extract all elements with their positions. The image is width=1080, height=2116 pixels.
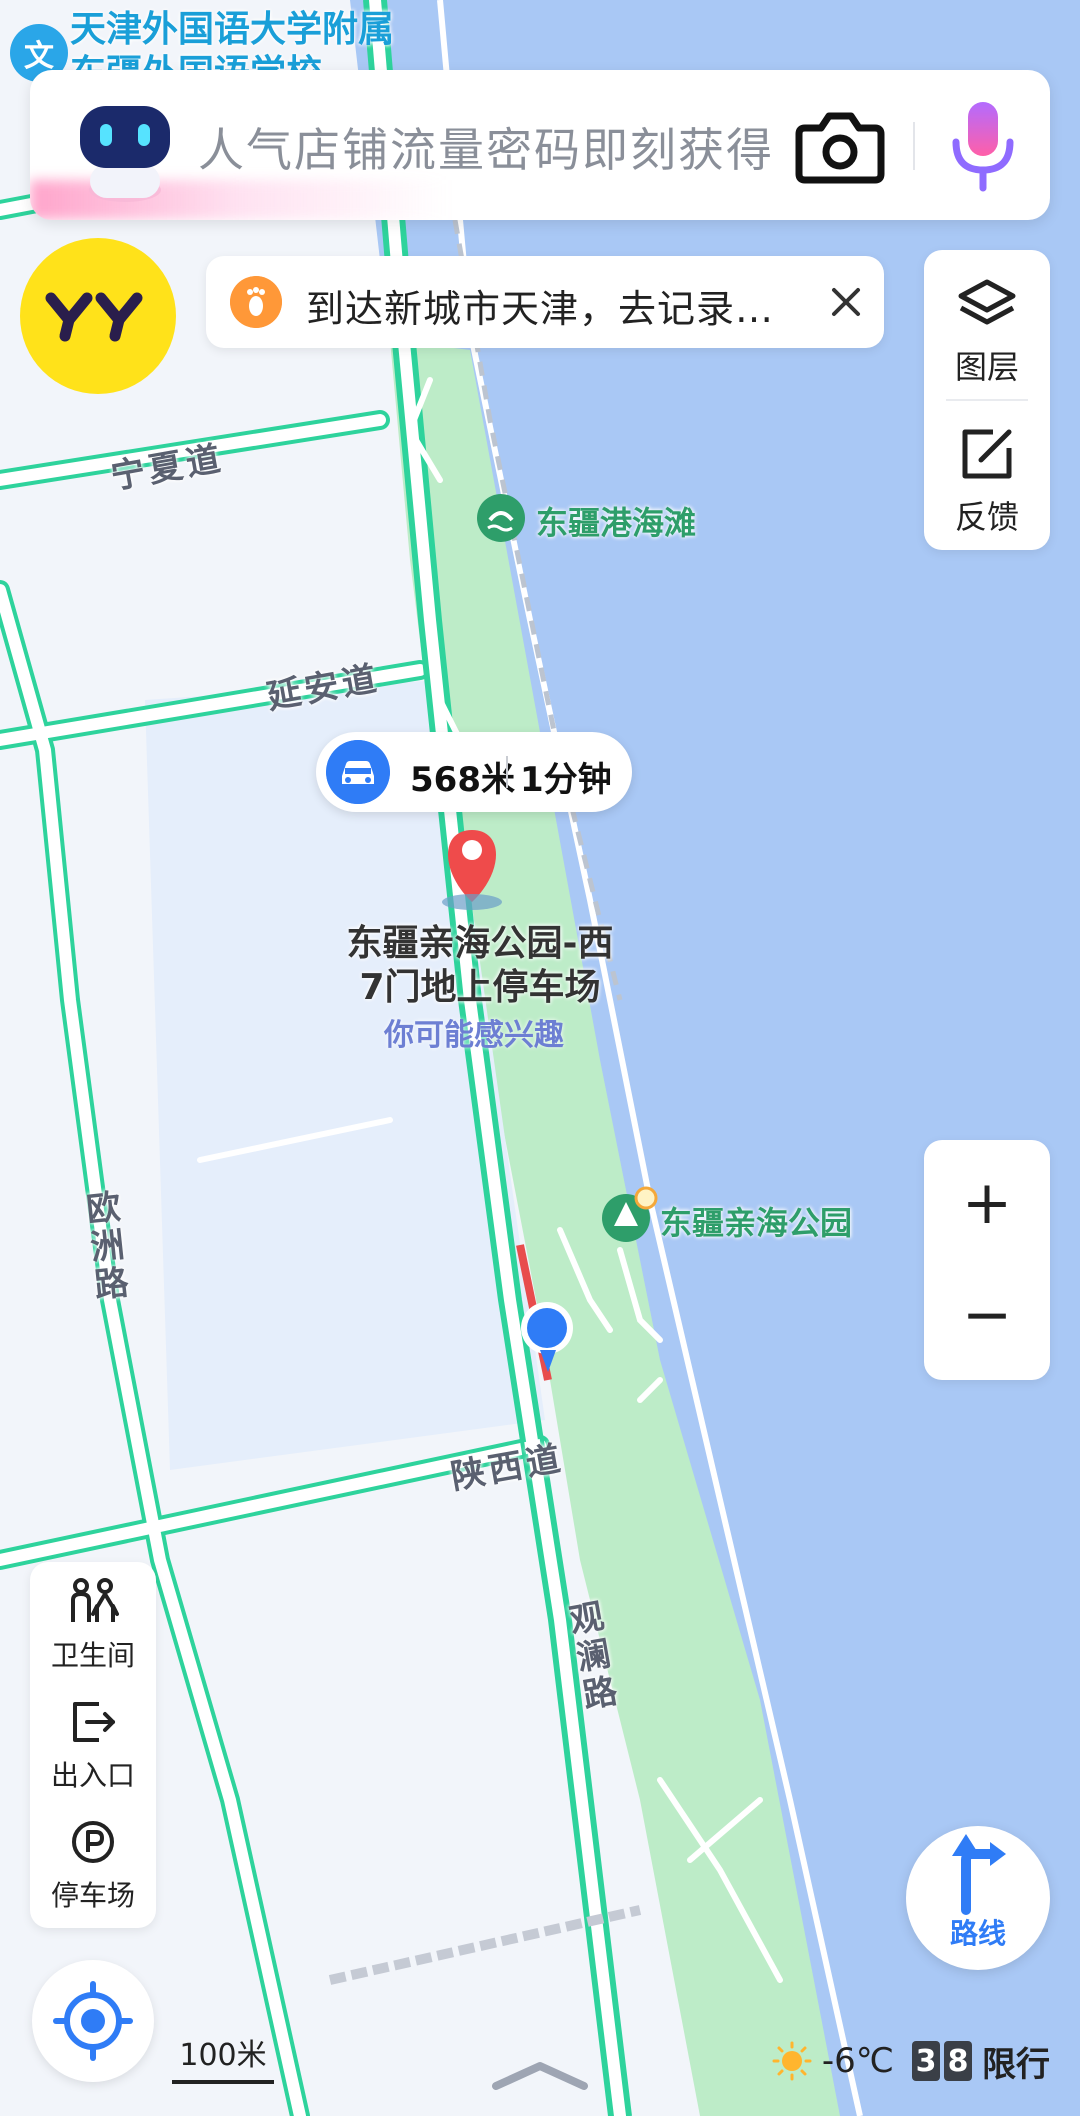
route-distance: 568米 xyxy=(410,760,515,800)
destination-name-line1: 东疆亲海公园-西 xyxy=(346,923,614,964)
plate-digit: 8 xyxy=(944,2041,972,2081)
layers-button[interactable]: 图层 xyxy=(924,276,1050,388)
chevron-up-icon[interactable] xyxy=(490,2052,590,2092)
restricted-plate-digits: 3 8 xyxy=(912,2041,972,2081)
entrance-icon xyxy=(73,1702,115,1742)
destination-pin[interactable] xyxy=(442,830,502,910)
car-icon xyxy=(326,740,390,804)
school-label-line1: 天津外国语大学附属 xyxy=(70,9,395,50)
search-divider xyxy=(913,122,915,170)
footprint-icon xyxy=(230,276,282,328)
feedback-label: 反馈 xyxy=(954,498,1019,536)
route-summary-pill[interactable]: 568米 1分钟 xyxy=(316,732,632,812)
destination-hint: 你可能感兴趣 xyxy=(384,1018,564,1053)
layer-panel-divider xyxy=(946,399,1028,401)
locate-button[interactable] xyxy=(32,1960,154,2082)
entrance-button[interactable]: 出入口 xyxy=(30,1698,156,1794)
scale-bar xyxy=(172,2080,274,2084)
route-separator xyxy=(506,756,508,788)
destination-name[interactable]: 东疆亲海公园-西 7门地上停车场 xyxy=(300,922,660,1010)
close-icon[interactable] xyxy=(818,274,874,330)
feedback-button[interactable]: 反馈 xyxy=(924,426,1050,538)
route-arrow-icon xyxy=(952,1834,1006,1915)
user-avatar[interactable] xyxy=(20,238,176,394)
zoom-in-button[interactable]: + xyxy=(924,1148,1050,1258)
destination-name-line2: 7门地上停车场 xyxy=(359,967,601,1008)
layers-icon xyxy=(958,279,1016,325)
entrance-label: 出入口 xyxy=(50,1759,135,1792)
parking-label: 停车场 xyxy=(50,1879,135,1912)
zoom-panel: + − xyxy=(924,1140,1050,1380)
route-time: 1分钟 xyxy=(520,760,612,800)
locate-icon xyxy=(53,1981,133,2061)
yy-logo-icon xyxy=(45,292,143,342)
notice-text: 到达新城市天津，去记录… xyxy=(306,287,775,331)
route-button-label: 路线 xyxy=(949,1917,1006,1950)
map-scale: 100米 xyxy=(172,2030,274,2084)
poi-label-park[interactable]: 东疆亲海公园 xyxy=(660,1198,852,1244)
layers-label: 图层 xyxy=(954,348,1019,386)
camera-icon[interactable] xyxy=(795,106,885,186)
plate-digit: 3 xyxy=(912,2041,940,2081)
facility-panel: 卫生间 出入口 停车场 xyxy=(30,1562,156,1928)
notice-banner[interactable]: 到达新城市天津，去记录… xyxy=(206,256,884,348)
search-bar[interactable]: 人气店铺流量密码即刻获得 xyxy=(30,70,1050,220)
weather-restriction-bar[interactable]: -6℃ 3 8 限行 xyxy=(772,2036,1050,2086)
restroom-icon xyxy=(71,1578,119,1622)
parking-icon xyxy=(72,1821,114,1863)
search-input[interactable]: 人气店铺流量密码即刻获得 xyxy=(198,114,774,180)
layer-panel: 图层 反馈 xyxy=(924,250,1050,550)
scale-label: 100米 xyxy=(179,2038,267,2073)
feedback-icon xyxy=(962,429,1012,479)
zoom-out-button[interactable]: − xyxy=(924,1260,1050,1370)
poi-label-beach[interactable]: 东疆港海滩 xyxy=(536,498,696,544)
temperature: -6℃ xyxy=(821,2041,894,2081)
sun-icon xyxy=(772,2041,812,2081)
ai-assistant-icon[interactable] xyxy=(70,98,180,208)
parking-button[interactable]: 停车场 xyxy=(30,1818,156,1914)
microphone-icon[interactable] xyxy=(938,96,1028,196)
beach-poi-icon[interactable] xyxy=(477,494,525,542)
restroom-button[interactable]: 卫生间 xyxy=(30,1578,156,1674)
restriction-label: 限行 xyxy=(982,2044,1050,2085)
restroom-label: 卫生间 xyxy=(50,1639,135,1672)
route-button[interactable]: 路线 xyxy=(906,1826,1050,1970)
